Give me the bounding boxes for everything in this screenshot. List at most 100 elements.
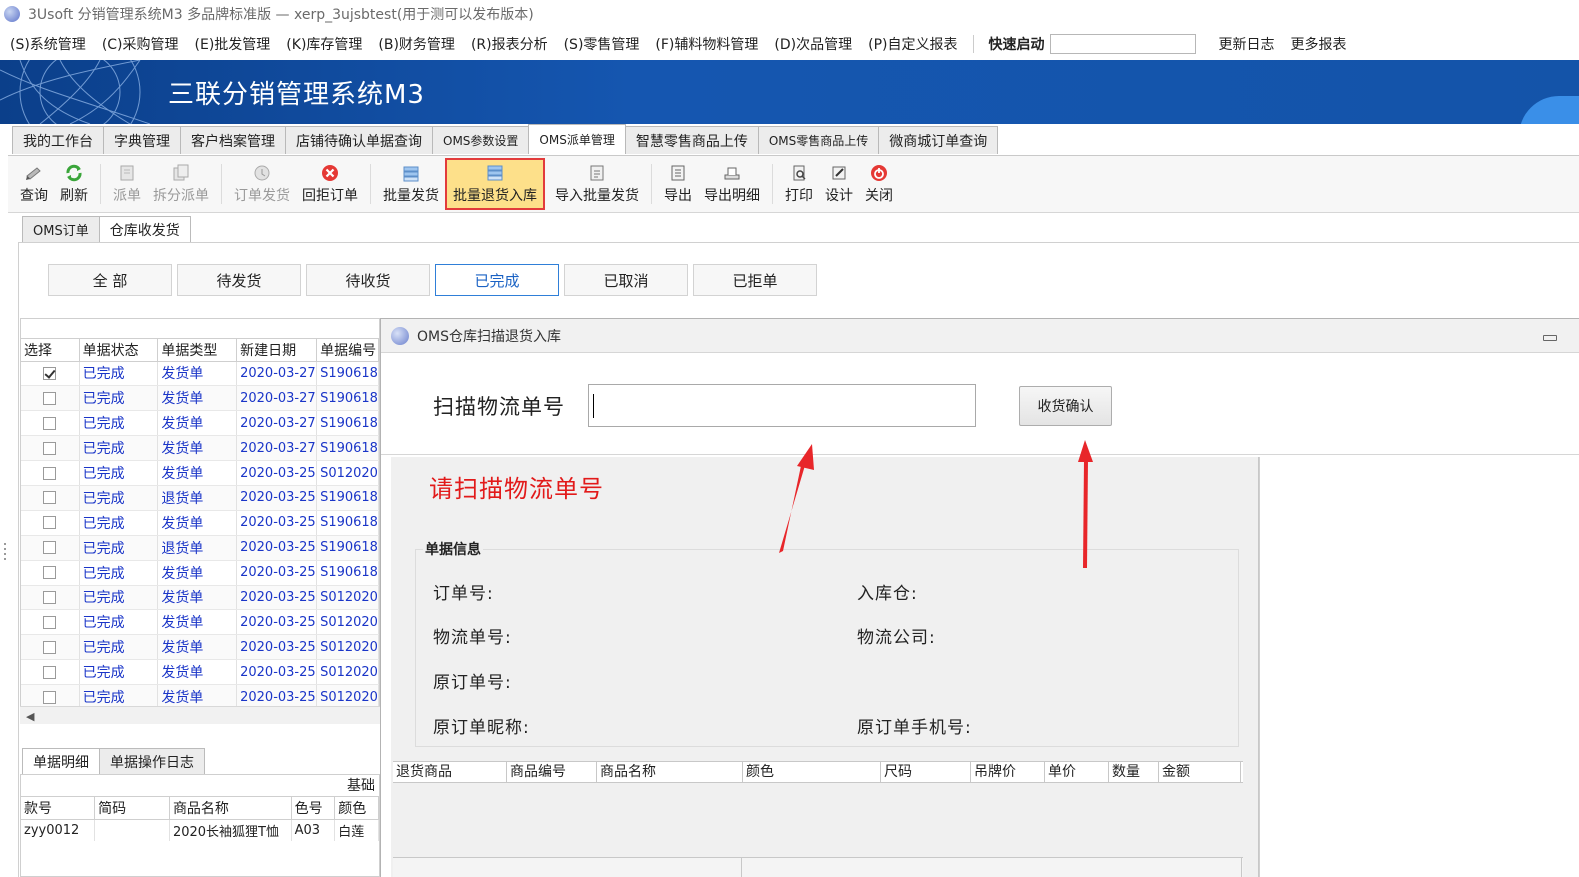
menu-finance[interactable]: (B)财务管理 — [378, 34, 455, 54]
batch-return-button[interactable]: 批量退货入库 — [445, 158, 545, 210]
row-checkbox[interactable] — [43, 391, 57, 405]
cell-select[interactable] — [21, 659, 80, 686]
filter-rejected-button[interactable]: 已拒单 — [693, 264, 817, 296]
cell-select[interactable] — [21, 510, 80, 536]
tab-store-pending[interactable]: 店铺待确认单据查询 — [285, 126, 433, 154]
row-checkbox[interactable] — [43, 366, 57, 380]
cell-select[interactable] — [21, 585, 80, 611]
panel-splitter[interactable] — [2, 540, 8, 620]
cell-select[interactable] — [21, 385, 80, 412]
table-row[interactable]: 已完成 发货单 2020-03-27 S190618 — [21, 410, 379, 437]
tab-my-workbench[interactable]: 我的工作台 — [12, 126, 104, 154]
column-header-goods-code[interactable]: 商品编号 — [507, 762, 597, 782]
row-checkbox[interactable] — [43, 615, 57, 629]
menu-retail[interactable]: (S)零售管理 — [564, 34, 640, 54]
table-row[interactable]: zyy0012 2020长袖狐狸T恤 A03 白莲 — [21, 819, 379, 841]
cell-select[interactable] — [21, 609, 80, 636]
menu-purchase[interactable]: (C)采购管理 — [102, 34, 179, 54]
export-detail-button[interactable]: 导出明细 — [698, 158, 766, 210]
tab-document-detail[interactable]: 单据明细 — [22, 748, 100, 774]
quick-start-input[interactable] — [1050, 34, 1197, 54]
column-header-color[interactable]: 颜色 — [334, 797, 379, 820]
cell-select[interactable] — [21, 560, 80, 586]
scroll-left-icon[interactable]: ◀ — [26, 710, 34, 723]
table-row[interactable]: 已完成 发货单 2020-03-27 S190618 — [21, 385, 379, 412]
filter-pending-ship-button[interactable]: 待发货 — [177, 264, 301, 296]
filter-cancelled-button[interactable]: 已取消 — [564, 264, 688, 296]
column-header-amount[interactable]: 金额 — [1159, 762, 1241, 782]
row-checkbox[interactable] — [43, 541, 57, 555]
column-header-tag-price[interactable]: 吊牌价 — [971, 762, 1045, 782]
row-checkbox[interactable] — [43, 640, 57, 654]
row-checkbox[interactable] — [43, 441, 57, 455]
cell-select[interactable] — [21, 410, 80, 437]
order-ship-button[interactable]: 订单发货 — [228, 158, 296, 210]
column-header-size[interactable]: 尺码 — [881, 762, 971, 782]
receive-confirm-button[interactable]: 收货确认 — [1019, 386, 1112, 426]
tab-customer-files[interactable]: 客户档案管理 — [180, 126, 286, 154]
table-row[interactable]: 已完成 发货单 2020-03-25 S012020 — [21, 634, 379, 661]
column-header-return-goods[interactable]: 退货商品 — [393, 762, 507, 782]
column-header-unit-price[interactable]: 单价 — [1045, 762, 1109, 782]
row-checkbox[interactable] — [43, 665, 57, 679]
filter-all-button[interactable]: 全 部 — [48, 264, 172, 296]
tab-dictionary[interactable]: 字典管理 — [103, 126, 181, 154]
cell-select[interactable] — [21, 535, 80, 561]
column-header-code[interactable]: 简码 — [94, 797, 170, 820]
column-header-color-no[interactable]: 色号 — [291, 797, 336, 820]
cell-select[interactable] — [21, 435, 80, 462]
column-header-type[interactable]: 单据类型 — [157, 339, 238, 362]
cell-select[interactable] — [21, 634, 80, 661]
menu-inventory[interactable]: (K)库存管理 — [286, 34, 362, 54]
split-dispatch-button[interactable]: 拆分派单 — [147, 158, 215, 210]
tab-oms-retail-upload[interactable]: OMS零售商品上传 — [757, 126, 880, 154]
row-checkbox[interactable] — [43, 491, 57, 505]
close-button[interactable]: 关闭 — [859, 158, 899, 210]
table-row[interactable]: 已完成 发货单 2020-03-25 S012020 — [21, 609, 379, 636]
table-row[interactable]: 已完成 发货单 2020-03-25 S190618 — [21, 560, 379, 586]
column-header-goods-name[interactable]: 商品名称 — [597, 762, 743, 782]
logistics-number-input[interactable] — [588, 384, 976, 427]
menu-system[interactable]: (S)系统管理 — [10, 34, 86, 54]
batch-ship-button[interactable]: 批量发货 — [377, 158, 445, 210]
tab-smart-retail-upload[interactable]: 智慧零售商品上传 — [624, 126, 759, 154]
column-header-select[interactable]: 选择 — [21, 339, 80, 362]
filter-completed-button[interactable]: 已完成 — [435, 264, 559, 296]
table-row[interactable]: 已完成 发货单 2020-03-25 S012020 — [21, 585, 379, 611]
row-checkbox[interactable] — [43, 566, 57, 580]
table-row[interactable]: 已完成 退货单 2020-03-25 S190618 — [21, 535, 379, 561]
cell-select[interactable] — [21, 460, 80, 486]
row-checkbox[interactable] — [43, 590, 57, 604]
design-button[interactable]: 设计 — [819, 158, 859, 210]
column-header-status[interactable]: 单据状态 — [79, 339, 159, 362]
menu-reports[interactable]: (R)报表分析 — [471, 34, 548, 54]
table-row[interactable]: 已完成 退货单 2020-03-25 S190618 — [21, 485, 379, 511]
export-button[interactable]: 导出 — [658, 158, 698, 210]
column-header-number[interactable]: 单据编号 — [316, 339, 379, 362]
reject-order-button[interactable]: 回拒订单 — [296, 158, 364, 210]
menu-materials[interactable]: (F)辅料物料管理 — [655, 34, 758, 54]
query-button[interactable]: 查询 — [14, 158, 54, 210]
row-checkbox[interactable] — [43, 516, 57, 530]
tab-oms-orders[interactable]: OMS订单 — [22, 216, 100, 242]
row-checkbox[interactable] — [43, 416, 57, 430]
column-header-date[interactable]: 新建日期 — [236, 339, 318, 362]
column-header-color[interactable]: 颜色 — [743, 762, 881, 782]
tab-microstore-orders[interactable]: 微商城订单查询 — [878, 126, 999, 154]
print-button[interactable]: 打印 — [779, 158, 819, 210]
table-row[interactable]: 已完成 发货单 2020-03-25 S012020 — [21, 460, 379, 486]
table-row[interactable]: 已完成 发货单 2020-03-25 S012020 — [21, 659, 379, 686]
import-ship-button[interactable]: 导入批量发货 — [549, 158, 645, 210]
menu-wholesale[interactable]: (E)批发管理 — [195, 34, 271, 54]
menu-defects[interactable]: (D)次品管理 — [774, 34, 852, 54]
row-checkbox[interactable] — [43, 466, 57, 480]
refresh-button[interactable]: 刷新 — [54, 158, 94, 210]
menu-update-log[interactable]: 更新日志 — [1218, 34, 1274, 54]
tab-oms-settings[interactable]: OMS参数设置 — [432, 126, 530, 154]
grid-horizontal-scrollbar[interactable]: ◀ — [20, 706, 380, 724]
dispatch-button[interactable]: 派单 — [107, 158, 147, 210]
table-row[interactable]: 已完成 发货单 2020-03-27 S190618 — [21, 361, 379, 387]
minimize-icon[interactable] — [1543, 335, 1557, 341]
menu-more-reports[interactable]: 更多报表 — [1290, 34, 1346, 54]
menu-custom-reports[interactable]: (P)自定义报表 — [868, 34, 957, 54]
